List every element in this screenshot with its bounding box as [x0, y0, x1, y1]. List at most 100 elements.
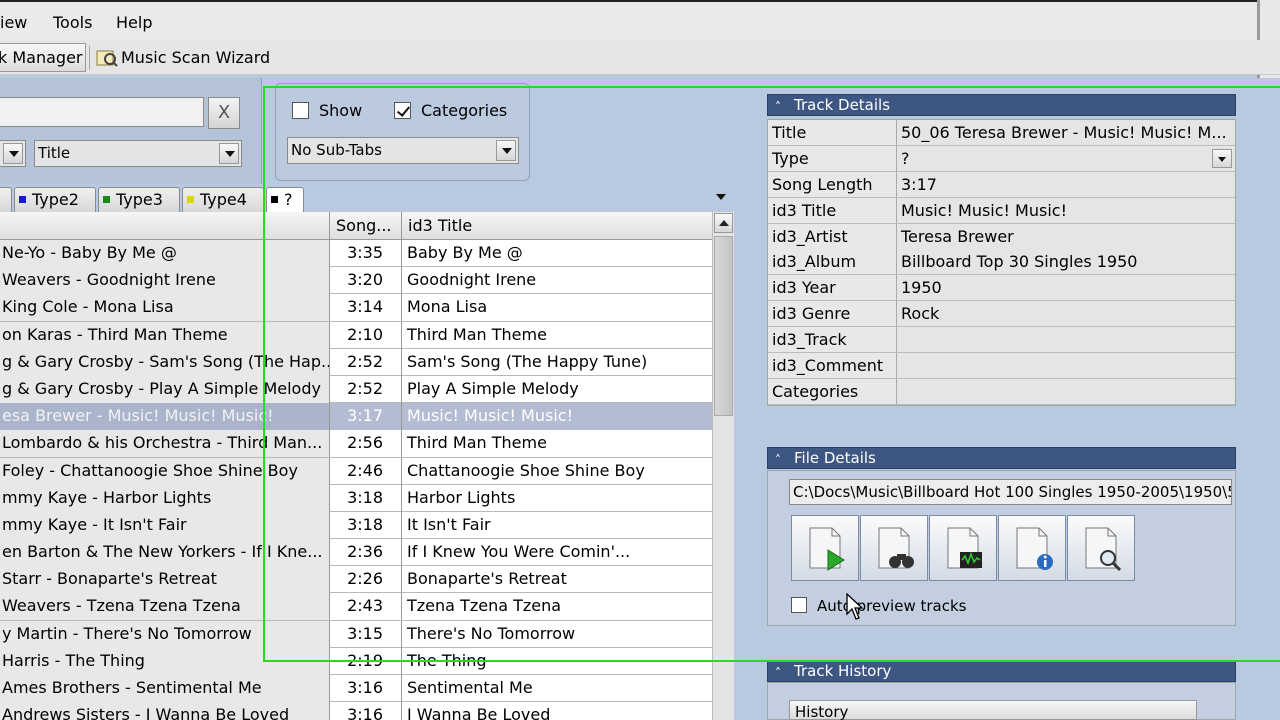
music-scan-wizard-button[interactable]: Music Scan Wizard: [95, 43, 270, 72]
cell-song-length: 3:15: [330, 620, 402, 648]
cell-song-length: 2:52: [330, 348, 402, 376]
subtabs-combo[interactable]: No Sub-Tabs: [287, 137, 519, 164]
cell-id3-title: Music! Music! Music!: [402, 403, 712, 431]
file-details-header[interactable]: ˄ File Details: [767, 447, 1236, 469]
detail-value[interactable]: 50_06 Teresa Brewer - Music! Music! M...: [897, 120, 1235, 145]
cell-id3-title: Baby By Me @: [407, 243, 523, 262]
table-row[interactable]: Ames Brothers - Sentimental Me 3:16 Sentim…: [0, 675, 712, 703]
table-row[interactable]: en Barton & The New Yorkers - If I Kne..…: [0, 539, 712, 567]
table-row[interactable]: g & Gary Crosby - Play A Simple Melody 2:…: [0, 375, 712, 404]
table-row[interactable]: y Martin - There's No Tomorrow 3:15 There'…: [0, 620, 712, 648]
color-swatch-icon: [187, 196, 194, 203]
cell-song-length: 2:56: [330, 430, 402, 458]
categories-checkbox[interactable]: [394, 102, 411, 119]
detail-key: id3_Album: [768, 249, 897, 275]
tab-type3[interactable]: Type3: [98, 187, 180, 212]
table-row[interactable]: mmy Kaye - Harbor Lights 3:18 Harbor Light…: [0, 484, 712, 512]
table-row[interactable]: g & Gary Crosby - Sam's Song (The Hap...…: [0, 348, 712, 376]
table-row[interactable]: mmy Kaye - It Isn't Fair 3:18 It Isn't Fai…: [0, 511, 712, 540]
menu-tools[interactable]: Tools: [53, 13, 92, 32]
menu-view[interactable]: iew: [0, 13, 27, 32]
cell-song-length: 3:20: [330, 267, 402, 295]
tab-type4[interactable]: Type4: [182, 187, 264, 212]
table-row[interactable]: esa Brewer - Music! Music! Music! 3:17 Mus…: [0, 403, 712, 431]
cell-id3-title: Harbor Lights: [407, 487, 516, 507]
collapse-chevron-icon[interactable]: ˄: [775, 97, 781, 118]
detail-value[interactable]: Rock: [897, 301, 1235, 327]
collapse-chevron-icon[interactable]: ˄: [775, 663, 781, 684]
history-column-header[interactable]: History: [789, 700, 1197, 720]
track-history-header[interactable]: ˄ Track History: [767, 660, 1236, 682]
find-file-button[interactable]: [860, 515, 928, 581]
menu-help[interactable]: Help: [116, 13, 152, 32]
detail-value[interactable]: Billboard Top 30 Singles 1950: [897, 249, 1235, 275]
tab-type1[interactable]: [0, 187, 12, 212]
table-row[interactable]: Weavers - Goodnight Irene 3:20 Goodnight I…: [0, 267, 712, 295]
detail-row: id3 Title Music! Music! Music!: [768, 197, 1235, 224]
track-details-header[interactable]: ˄ Track Details: [767, 94, 1236, 116]
tab-type2[interactable]: Type2: [14, 187, 96, 212]
play-file-button[interactable]: [791, 515, 859, 581]
column-header-id3-title[interactable]: id3 Title: [402, 212, 712, 240]
table-row[interactable]: Harris - The Thing 2:19 The Thing: [0, 647, 712, 675]
file-info-button[interactable]: [998, 515, 1066, 581]
cell-id3-title: Tzena Tzena Tzena: [407, 596, 562, 616]
filter-combo[interactable]: [0, 140, 26, 167]
column-header-name[interactable]: [0, 212, 330, 240]
show-checkbox[interactable]: [292, 102, 309, 119]
search-input[interactable]: [0, 97, 204, 127]
clear-search-button[interactable]: X: [208, 97, 240, 129]
detail-key: id3_Artist: [768, 223, 897, 249]
search-file-button[interactable]: [1067, 515, 1135, 581]
detail-value[interactable]: [897, 353, 1235, 379]
music-scan-wizard-label: Music Scan Wizard: [121, 48, 271, 67]
tab-list-dropdown-icon[interactable]: [716, 194, 726, 200]
cell-id3-title: It Isn't Fair: [407, 514, 491, 534]
magnifier-icon: [1085, 527, 1122, 572]
file-details-title: File Details: [794, 449, 876, 467]
detail-key: id3 Genre: [768, 301, 897, 327]
detail-value[interactable]: ?: [897, 145, 1235, 171]
chevron-down-icon[interactable]: [1212, 148, 1232, 168]
table-row[interactable]: Ne-Yo - Baby By Me @3:35 Baby By Me @: [0, 240, 712, 268]
detail-row: id3_Comment: [768, 353, 1235, 379]
table-row[interactable]: King Cole - Mona Lisa 3:14 Mona Lisa: [0, 294, 712, 322]
file-path-field[interactable]: C:\Docs\Music\Billboard Hot 100 Singles …: [789, 479, 1232, 505]
detail-value[interactable]: Teresa Brewer: [897, 223, 1235, 249]
table-row[interactable]: Andrews Sisters - I Wanna Be Loved 3:16 I …: [0, 702, 712, 720]
vertical-scrollbar[interactable]: [712, 212, 734, 720]
color-swatch-icon: [271, 196, 278, 203]
detail-value[interactable]: Music! Music! Music!: [897, 197, 1235, 223]
table-row[interactable]: Foley - Chattanoogie Shoe Shine Boy 2:46 C…: [0, 457, 712, 485]
scroll-thumb[interactable]: [714, 236, 733, 416]
cell-song-length: 2:43: [330, 593, 402, 621]
sort-field-combo[interactable]: Title: [34, 140, 242, 167]
detail-value[interactable]: 3:17: [897, 171, 1235, 197]
detail-value[interactable]: 1950: [897, 275, 1235, 301]
table-row[interactable]: Starr - Bonaparte's Retreat 2:26 Bonaparte…: [0, 566, 712, 594]
cell-song-length: 3:18: [330, 484, 402, 512]
tab-unknown[interactable]: ?: [266, 187, 304, 213]
detail-value[interactable]: [897, 327, 1235, 353]
table-row[interactable]: Lombardo & his Orchestra - Third Man... 2…: [0, 430, 712, 458]
cell-name: esa Brewer - Music! Music! Music!: [0, 403, 330, 431]
track-details-title: Track Details: [794, 96, 891, 114]
table-row[interactable]: on Karas - Third Man Theme 2:10 Third Man …: [0, 321, 712, 349]
track-manager-button[interactable]: k Manager: [0, 43, 86, 72]
detail-row: id3 Genre Rock: [768, 301, 1235, 328]
cell-song-length: 2:52: [330, 375, 402, 403]
waveform-file-button[interactable]: [929, 515, 997, 581]
detail-value[interactable]: [897, 378, 1235, 404]
table-row[interactable]: Weavers - Tzena Tzena Tzena 2:43 Tzena Tze…: [0, 593, 712, 621]
collapse-chevron-icon[interactable]: ˄: [775, 450, 781, 471]
tab-label: Type4: [200, 190, 247, 209]
waveform-icon: [947, 527, 982, 569]
column-header-song-length[interactable]: Song...: [330, 212, 402, 240]
scroll-up-icon[interactable]: [714, 213, 733, 233]
chevron-down-icon: [3, 143, 23, 164]
detail-row: Song Length 3:17: [768, 171, 1235, 198]
cell-id3-title: Play A Simple Melody: [407, 378, 579, 398]
binoculars-icon: [878, 527, 914, 569]
tab-label: Type2: [32, 190, 79, 209]
auto-preview-checkbox[interactable]: [791, 597, 807, 613]
